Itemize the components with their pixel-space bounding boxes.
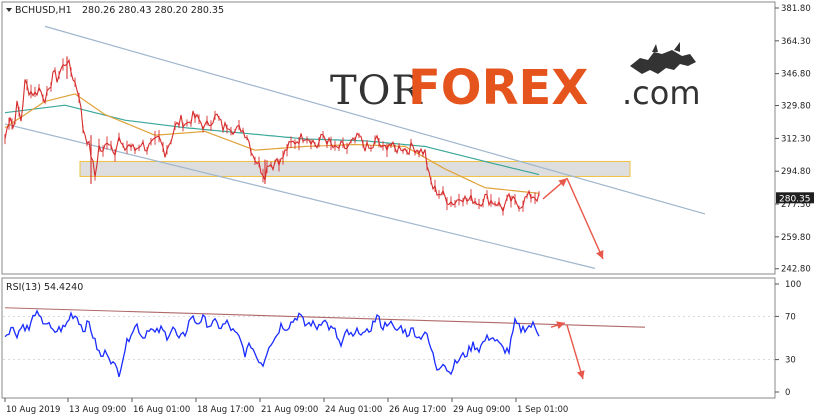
time-tick-label: 29 Aug 09:00 xyxy=(453,405,510,415)
symbol-label: BCHUSD,H1 xyxy=(15,5,72,16)
rsi-tick-label: 0 xyxy=(785,388,790,398)
time-tick-label: 21 Aug 09:00 xyxy=(261,405,318,415)
rsi-tick-label: 100 xyxy=(785,280,801,290)
ohlc-values: 280.26 280.43 280.20 280.35 xyxy=(82,5,224,16)
chart-window: 381.80 364.30 346.80 329.80 312.30 294.80 277.… xyxy=(0,0,815,419)
price-tick-label: 381.80 xyxy=(781,4,811,14)
time-axis: 10 Aug 2019 13 Aug 09:00 16 Aug 01:00 18 Au… xyxy=(4,398,568,415)
rsi-panel-frame xyxy=(1,277,776,399)
price-tick-label: 312.30 xyxy=(781,134,811,144)
time-tick-label: 26 Aug 17:00 xyxy=(389,405,446,415)
time-tick-label: 18 Aug 17:00 xyxy=(197,405,254,415)
logo-suffix: .com xyxy=(622,74,701,112)
price-axis: 381.80364.30346.80329.80312.30294.80277.… xyxy=(775,4,811,275)
rsi-tick-label: 30 xyxy=(785,356,796,366)
main-panel-frame xyxy=(1,1,776,275)
price-tick-label: 364.30 xyxy=(781,37,811,47)
price-tick-label: 329.80 xyxy=(781,102,811,112)
logo-main: FOREX xyxy=(408,60,588,116)
current-price-tag: 280.35 xyxy=(776,192,814,204)
current-price-label: 280.35 xyxy=(779,194,811,204)
time-tick-label: 16 Aug 01:00 xyxy=(133,405,190,415)
chart-header: BCHUSD,H1 280.26 280.43 280.20 280.35 xyxy=(6,5,224,16)
chart-canvas: 381.80364.30346.80329.80312.30294.80277.… xyxy=(1,1,814,415)
rsi-title: RSI(13) 54.4240 xyxy=(6,282,83,293)
time-tick-label: 13 Aug 09:00 xyxy=(69,405,126,415)
time-tick-label: 24 Aug 01:00 xyxy=(325,405,382,415)
time-tick-label: 10 Aug 2019 xyxy=(6,405,60,415)
price-tick-label: 294.80 xyxy=(781,167,811,177)
rsi-tick-label: 70 xyxy=(785,312,796,322)
price-tick-label: 346.80 xyxy=(781,70,811,80)
price-tick-label: 242.80 xyxy=(781,265,811,275)
time-tick-label: 1 Sep 01:00 xyxy=(517,405,568,415)
price-tick-label: 259.80 xyxy=(781,233,811,243)
